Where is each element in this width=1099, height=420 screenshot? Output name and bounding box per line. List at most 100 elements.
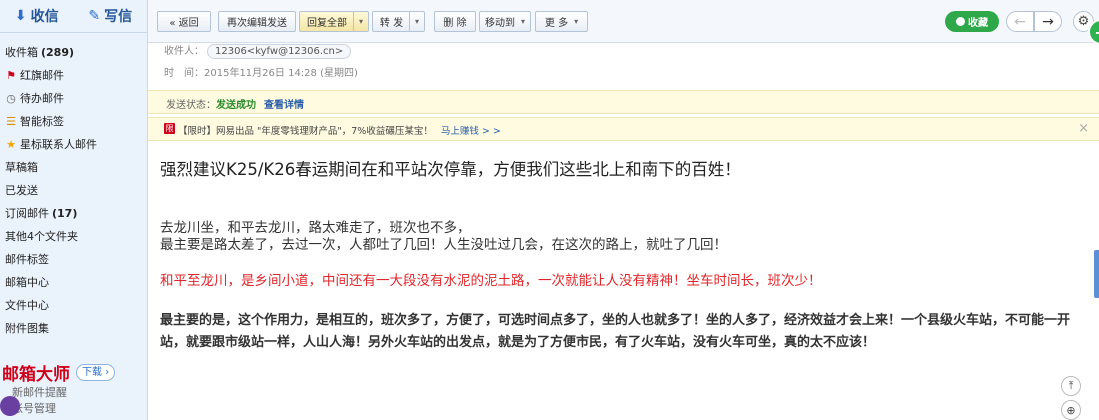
limited-badge-icon: 限	[164, 123, 175, 134]
folder-label: 草稿箱	[5, 161, 38, 174]
folder-label: 红旗邮件	[20, 69, 64, 82]
sidebar-item-sent[interactable]: 已发送	[0, 179, 147, 202]
mail-master-promo: 邮箱大师 下载 › 新邮件提醒 帐号管理	[0, 360, 147, 417]
mail-paragraph-3: 最主要的是，这个作用力，是相互的，班次多了，方便了，可选时间点多了，坐的人也就多…	[160, 313, 1071, 350]
favorite-button[interactable]: 收藏	[945, 11, 999, 32]
sidebar: ⬇ 收信 ✎ 写信 收件箱 (289) ⚑ 红旗邮件 ◷ 待办邮件 ☰ 智能标签 ★ 星标…	[0, 0, 148, 420]
favorite-label: 收藏	[968, 18, 988, 29]
folder-label: 智能标签	[20, 115, 64, 128]
sidebar-item-mail-tags[interactable]: 邮件标签	[0, 248, 147, 271]
download-label: 下载	[82, 367, 102, 378]
promo-line-2: 帐号管理	[12, 402, 56, 415]
receive-label: 收信	[30, 9, 59, 25]
folder-label: 附件图集	[5, 322, 49, 335]
promo-download-button[interactable]: 下载 ›	[76, 364, 116, 381]
compose-label: 写信	[104, 9, 133, 25]
back-label: « 返回	[169, 18, 199, 29]
status-value: 发送成功	[216, 100, 256, 111]
chevron-down-icon[interactable]: ▾	[353, 12, 368, 31]
mail-content: 强烈建议K25/K26春运期间在和平站次停靠，方便我们这些北上和南下的百姓！ 去…	[148, 140, 1099, 420]
folder-label: 邮箱中心	[5, 276, 49, 289]
pencil-icon: ✎	[88, 8, 101, 24]
recipient-label: 收件人：	[164, 46, 204, 57]
move-to-label: 移动到	[484, 18, 515, 29]
delete-button[interactable]: 删 除	[434, 11, 476, 32]
scroll-to-top-icon[interactable]: ⤒	[1061, 376, 1081, 396]
side-panel-tab[interactable]	[1094, 250, 1099, 298]
mail-paragraph-1: 去龙川坐，和平去龙川，路太难走了，班次也不多， 最主要是路太差了，去过一次，人都…	[160, 220, 727, 254]
folder-label: 收件箱	[5, 46, 38, 59]
app-logo-icon[interactable]	[0, 396, 20, 416]
recipient-chip[interactable]: 12306<kyfw@12306.cn>	[207, 44, 352, 59]
arrow-right-icon: →	[1042, 13, 1054, 30]
promo-brand: 邮箱大师 下载 ›	[0, 360, 147, 385]
chevron-down-icon: ▾	[520, 17, 525, 26]
clock-icon: ◷	[6, 92, 16, 105]
folder-label: 已发送	[5, 184, 38, 197]
reply-all-button[interactable]: 回复全部 ▾	[299, 11, 369, 32]
sidebar-top-buttons: ⬇ 收信 ✎ 写信	[0, 0, 147, 33]
status-label: 发送状态：	[166, 100, 216, 111]
favorite-icon	[956, 17, 965, 26]
paragraph-line: 最主要是路太差了，去过一次，人都吐了几回！人生没吐过几会，在这次的路上，就吐了几…	[160, 237, 727, 253]
reedit-label: 再次编辑发送	[227, 18, 287, 29]
close-icon[interactable]: ×	[1078, 121, 1089, 136]
folder-count: (289)	[41, 46, 75, 59]
reedit-send-button[interactable]: 再次编辑发送	[218, 11, 296, 32]
folder-count: (17)	[52, 207, 78, 220]
forward-label: 转 发	[379, 18, 404, 29]
sidebar-item-flagged[interactable]: ⚑ 红旗邮件	[0, 64, 147, 87]
forward-button[interactable]: 转 发 ▾	[372, 11, 425, 32]
folder-label: 星标联系人邮件	[20, 138, 97, 151]
time-row: 时 间：2015年11月26日 14:28 (星期四)	[164, 64, 358, 79]
next-mail-button[interactable]: →	[1034, 11, 1062, 32]
sidebar-item-mailbox-center[interactable]: 邮箱中心	[0, 271, 147, 294]
promo-line-1: 新邮件提醒	[12, 386, 67, 399]
ad-link[interactable]: 马上赚钱 > >	[441, 126, 501, 137]
move-to-button[interactable]: 移动到 ▾	[479, 11, 531, 32]
view-details-link[interactable]: 查看详情	[264, 100, 304, 111]
sidebar-item-starred-contacts[interactable]: ★ 星标联系人邮件	[0, 133, 147, 156]
time-value: 2015年11月26日 14:28 (星期四)	[204, 68, 358, 79]
folder-label: 文件中心	[5, 299, 49, 312]
previous-mail-button[interactable]: ←	[1006, 11, 1034, 32]
folder-list: 收件箱 (289) ⚑ 红旗邮件 ◷ 待办邮件 ☰ 智能标签 ★ 星标联系人邮件 草稿箱 …	[0, 41, 147, 340]
send-status-bar: 发送状态：发送成功 查看详情	[148, 90, 1099, 114]
arrow-left-icon: ←	[1014, 13, 1026, 30]
tag-icon: ☰	[6, 115, 16, 128]
sidebar-item-file-center[interactable]: 文件中心	[0, 294, 147, 317]
sidebar-item-todo[interactable]: ◷ 待办邮件	[0, 87, 147, 110]
zoom-icon[interactable]: ⊕	[1061, 400, 1081, 420]
chevron-down-icon[interactable]: ▾	[409, 12, 424, 31]
ad-message: 【限时】网易出品 "年度零钱理财产品"，7%收益碾压某宝！	[178, 126, 433, 137]
inbox-download-icon: ⬇	[14, 8, 27, 24]
sidebar-item-smart-tags[interactable]: ☰ 智能标签	[0, 110, 147, 133]
sidebar-item-attachments[interactable]: 附件图集	[0, 317, 147, 340]
recipient-row: 收件人： 12306<kyfw@12306.cn>	[164, 42, 352, 59]
more-label: 更 多	[544, 18, 569, 29]
promo-brand-text: 邮箱大师	[2, 365, 70, 385]
sidebar-item-other-folders[interactable]: 其他4个文件夹	[0, 225, 147, 248]
mail-toolbar: « 返回 再次编辑发送 回复全部 ▾ 转 发 ▾ 删 除 移动到 ▾ 更 多 ▾ 收藏 …	[148, 0, 1099, 43]
compose-button[interactable]: ✎ 写信	[74, 6, 148, 26]
folder-label: 其他4个文件夹	[5, 230, 78, 243]
time-label: 时 间：	[164, 68, 204, 79]
back-button[interactable]: « 返回	[157, 11, 211, 32]
sidebar-item-subscriptions[interactable]: 订阅邮件 (17)	[0, 202, 147, 225]
folder-label: 邮件标签	[5, 253, 49, 266]
more-button[interactable]: 更 多 ▾	[535, 11, 588, 32]
paragraph-line: 去龙川坐，和平去龙川，路太难走了，班次也不多，	[160, 220, 471, 236]
ad-banner: 限 【限时】网易出品 "年度零钱理财产品"，7%收益碾压某宝！ 马上赚钱 > > …	[148, 117, 1099, 141]
reply-all-label: 回复全部	[307, 18, 347, 29]
gear-icon: ⚙	[1077, 14, 1090, 29]
delete-label: 删 除	[443, 18, 467, 29]
star-icon: ★	[6, 138, 16, 151]
chevron-down-icon: ▾	[574, 17, 579, 26]
sidebar-item-inbox[interactable]: 收件箱 (289)	[0, 41, 147, 64]
mail-subject: 强烈建议K25/K26春运期间在和平站次停靠，方便我们这些北上和南下的百姓！	[160, 160, 741, 179]
send-status: 发送状态：发送成功 查看详情	[166, 96, 304, 111]
flag-icon: ⚑	[6, 69, 16, 82]
folder-label: 订阅邮件	[5, 207, 49, 220]
sidebar-item-drafts[interactable]: 草稿箱	[0, 156, 147, 179]
receive-mail-button[interactable]: ⬇ 收信	[0, 6, 74, 26]
